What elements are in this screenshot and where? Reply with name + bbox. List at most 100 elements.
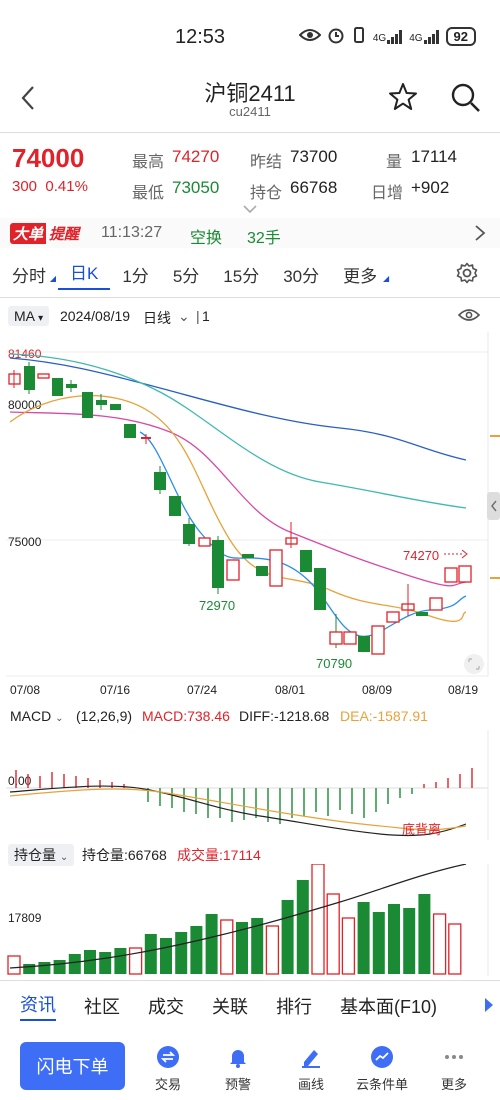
draw-label: 画线	[297, 1077, 324, 1092]
stat-label-volume: 量	[386, 154, 403, 171]
volume-value: 成交量:17114	[177, 847, 261, 863]
date-label: 08/01	[275, 683, 305, 697]
dea-line	[9, 788, 467, 831]
candle	[110, 404, 121, 410]
dea-value: DEA:-1587.91	[340, 708, 428, 724]
stat-label-low: 最低	[132, 185, 165, 202]
status-time: 12:53	[175, 26, 226, 48]
indicator-bar: MA ▾ 2024/08/19 日线 ⌄ | 1	[0, 302, 500, 330]
side-panel-tab-icon	[487, 492, 500, 520]
high-annotation: 74270	[403, 548, 439, 563]
settings-gear-icon[interactable]	[456, 262, 478, 289]
diff-value: DIFF:-1218.68	[239, 708, 330, 724]
candle	[314, 568, 326, 610]
change-value: 300	[12, 178, 38, 195]
search-icon[interactable]	[450, 82, 482, 119]
tab-30min[interactable]: 30分	[271, 262, 331, 287]
visibility-eye-icon[interactable]	[457, 308, 481, 325]
status-icons: 4G 4G 92	[298, 26, 476, 47]
stat-value-high: 74270	[172, 147, 220, 166]
candle	[52, 378, 63, 396]
volume-bar	[448, 923, 462, 975]
nav-bar: 沪铜2411 cu2411	[0, 70, 500, 130]
cloud-order-button[interactable]: 云条件单	[352, 1044, 412, 1093]
candle	[300, 550, 312, 572]
candle	[416, 612, 428, 616]
tab-trades[interactable]: 成交	[148, 993, 184, 1019]
draw-icon	[281, 1044, 341, 1070]
tab-1min[interactable]: 1分	[110, 262, 160, 287]
volume-bar	[296, 880, 309, 974]
macd-chart[interactable]: 0.00 底背离	[0, 730, 500, 840]
stat-label-open-interest: 持仓	[250, 185, 283, 202]
trade-button[interactable]: 交易	[138, 1044, 198, 1093]
stat-value-low: 73050	[172, 178, 220, 197]
candles	[8, 362, 472, 655]
volume-bar	[432, 913, 447, 975]
ma-selector[interactable]: MA ▾	[8, 306, 50, 326]
stat-label-prev-settle: 昨结	[250, 154, 283, 171]
volume-bar	[38, 962, 51, 974]
divider	[0, 980, 500, 981]
tab-ranking[interactable]: 排行	[276, 993, 312, 1019]
tab-community[interactable]: 社区	[84, 993, 120, 1019]
volume-bar	[68, 954, 81, 974]
candle	[386, 611, 400, 623]
change-percent: 0.41%	[45, 178, 88, 195]
tab-related[interactable]: 关联	[212, 993, 248, 1019]
volume-bar	[388, 904, 400, 974]
oi-selector[interactable]: 持仓量 ⌄	[8, 844, 75, 866]
kline-chart[interactable]: 81460 80000 75000 72970 70790 74270 07/0…	[0, 332, 500, 704]
tab-news[interactable]: 资讯	[20, 991, 56, 1021]
volume-bar	[175, 932, 188, 974]
trade-label: 交易	[154, 1077, 181, 1092]
stat-label-daily-change: 日增	[371, 185, 404, 202]
star-icon[interactable]	[388, 82, 418, 117]
flash-order-button[interactable]: 闪电下单	[20, 1042, 125, 1090]
candle	[269, 549, 283, 587]
volume-chart[interactable]: 17809	[0, 864, 500, 976]
cloud-order-icon	[352, 1044, 412, 1070]
candle	[444, 567, 458, 583]
candle	[198, 537, 211, 547]
stat-value-open-interest: 66768	[290, 178, 338, 197]
low-annotation-2: 70790	[316, 656, 352, 671]
more-icon	[424, 1044, 484, 1070]
volume-level-label: 17809	[8, 911, 42, 925]
fullscreen-icon	[464, 654, 484, 674]
draw-button[interactable]: 画线	[281, 1044, 341, 1093]
alarm-icon	[327, 26, 345, 47]
macd-selector[interactable]: MACD ⌄	[10, 708, 64, 724]
last-price: 74000	[12, 143, 85, 173]
volume-bar	[99, 952, 112, 974]
expand-chevron-icon[interactable]	[242, 201, 258, 219]
volume-bar	[403, 908, 416, 974]
macd-histogram	[15, 768, 473, 824]
period-dropdown-icon[interactable]: ⌄	[178, 308, 190, 325]
tab-15min[interactable]: 15分	[211, 262, 271, 287]
divider	[0, 132, 500, 133]
alert-button[interactable]: 预警	[208, 1044, 268, 1093]
cloud-order-label: 云条件单	[355, 1077, 408, 1092]
volume-bar	[220, 919, 234, 975]
vibrate-icon	[351, 26, 367, 47]
tab-daily-k[interactable]: 日K	[58, 259, 111, 290]
tab-intraday[interactable]: 分时 ◢	[0, 262, 58, 287]
tab-5min[interactable]: 5分	[161, 262, 211, 287]
candle	[329, 631, 343, 645]
volume-bar	[84, 950, 96, 974]
volume-bar	[341, 917, 356, 975]
tabs-scroll-icon[interactable]	[484, 997, 494, 1018]
volume-bar	[190, 926, 203, 974]
tab-fundamentals[interactable]: 基本面(F10)	[340, 993, 437, 1019]
period-tabs: 分时 ◢ 日K 1分 5分 15分 30分 更多 ◢	[0, 256, 500, 292]
big-order-alert-bar[interactable]: 大单 提醒 11:13:27 空换 32手	[0, 218, 500, 248]
high-arrow-icon	[461, 549, 468, 559]
more-button[interactable]: 更多	[424, 1044, 484, 1093]
volume-bar	[311, 864, 325, 975]
period-count: 1	[202, 308, 210, 324]
date-label: 08/09	[362, 683, 392, 697]
volume-bar	[160, 938, 172, 974]
candle	[37, 373, 50, 379]
tab-more[interactable]: 更多 ◢	[331, 262, 389, 287]
